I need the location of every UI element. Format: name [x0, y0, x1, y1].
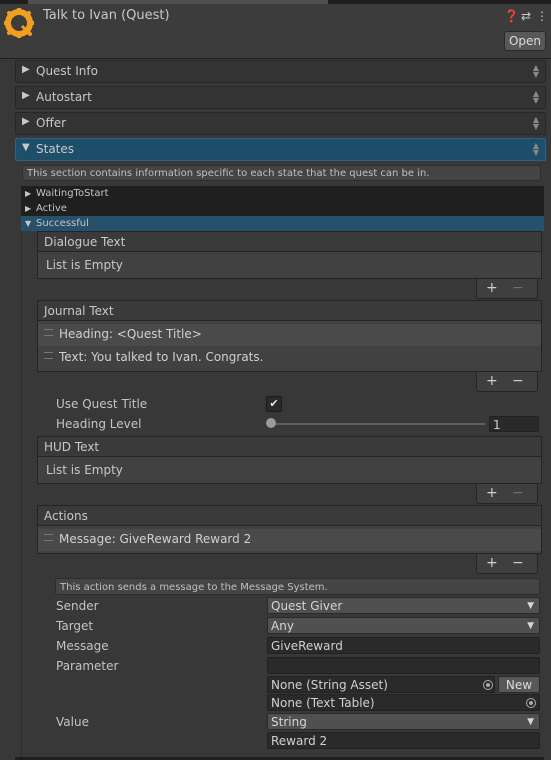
active-tab-indicator[interactable]	[28, 0, 328, 4]
new-string-asset-button[interactable]: New	[498, 676, 540, 693]
value-type-dropdown[interactable]: String ▼	[267, 713, 540, 730]
list-empty-label: List is Empty	[46, 258, 123, 272]
drag-handle-icon[interactable]	[44, 534, 53, 541]
presets-icon[interactable]: ⇄	[519, 9, 533, 23]
parameter-label: Parameter	[56, 659, 119, 673]
more-icon[interactable]: ⋮	[535, 9, 549, 23]
heading-level-label: Heading Level	[56, 417, 142, 431]
list-item[interactable]: Message: GiveReward Reward 2	[38, 529, 541, 551]
text-table-field[interactable]: None (Text Table)	[267, 694, 540, 711]
foldout-offer[interactable]: ▶ Offer ▲ ▼	[15, 112, 546, 135]
drag-handle-icon[interactable]	[44, 352, 53, 359]
reorder-icon: ▲ ▼	[532, 89, 539, 105]
value-field[interactable]: Reward 2	[267, 732, 540, 749]
state-waiting-to-start[interactable]: ▶ WaitingToStart	[21, 186, 544, 201]
open-button[interactable]: Open	[504, 31, 546, 51]
sender-dropdown[interactable]: Quest Giver ▼	[267, 597, 540, 614]
dropdown-arrow-icon: ▼	[527, 621, 534, 631]
foldout-quest-info[interactable]: ▶ Quest Info ▲ ▼	[15, 60, 546, 83]
use-quest-title-checkbox[interactable]: ✔	[266, 396, 282, 412]
parameter-field[interactable]	[267, 657, 540, 674]
list-item[interactable]: Text: You talked to Ivan. Congrats.	[38, 347, 541, 369]
reorder-icon: ▲ ▼	[532, 141, 539, 157]
heading-level-slider[interactable]	[270, 423, 485, 425]
hud-text-list: List is Empty	[37, 456, 542, 484]
remove-button[interactable]: −	[512, 280, 524, 296]
state-active[interactable]: ▶ Active	[21, 201, 544, 216]
string-asset-field[interactable]: None (String Asset)	[267, 676, 495, 693]
list-empty-label: List is Empty	[46, 463, 123, 477]
foldout-autostart[interactable]: ▶ Autostart ▲ ▼	[15, 86, 546, 109]
add-button[interactable]: +	[486, 485, 498, 501]
dialogue-text-header[interactable]: Dialogue Text	[37, 231, 542, 251]
drag-handle-icon[interactable]	[44, 329, 53, 336]
actions-list: Message: GiveReward Reward 2	[37, 525, 542, 554]
journal-text-header[interactable]: Journal Text	[37, 300, 542, 320]
states-help-box: This section contains information specif…	[22, 165, 541, 181]
object-picker-icon[interactable]	[526, 698, 536, 708]
journal-list-controls: + −	[476, 372, 538, 392]
actions-list-controls: + −	[476, 554, 538, 574]
hud-list-controls: + −	[476, 484, 538, 504]
message-field[interactable]: GiveReward	[267, 637, 540, 654]
remove-button[interactable]: −	[512, 485, 524, 501]
triangle-down-icon: ▼	[22, 142, 30, 153]
actions-header[interactable]: Actions	[37, 505, 542, 525]
quest-machine-logo-icon	[4, 8, 34, 38]
target-label: Target	[56, 619, 94, 633]
heading-level-field[interactable]: 1	[489, 416, 539, 432]
sender-label: Sender	[56, 599, 99, 613]
remove-button[interactable]: −	[512, 373, 524, 389]
triangle-right-icon: ▶	[22, 90, 30, 101]
triangle-right-icon: ▶	[25, 189, 32, 198]
state-successful[interactable]: ▼ Successful	[21, 216, 544, 231]
dialogue-text-list: List is Empty	[37, 251, 542, 279]
foldout-states[interactable]: ▼ States ▲ ▼	[15, 138, 546, 161]
dropdown-arrow-icon: ▼	[527, 717, 534, 727]
value-label: Value	[56, 715, 89, 729]
target-dropdown[interactable]: Any ▼	[267, 617, 540, 634]
inspector-title: Talk to Ivan (Quest)	[43, 8, 170, 23]
add-button[interactable]: +	[486, 555, 498, 571]
journal-text-list: Heading: <Quest Title> Text: You talked …	[37, 320, 542, 372]
message-label: Message	[56, 639, 109, 653]
list-item[interactable]: Heading: <Quest Title>	[38, 324, 541, 346]
triangle-down-icon: ▼	[25, 219, 32, 228]
reorder-icon: ▲ ▼	[532, 115, 539, 131]
hud-text-header[interactable]: HUD Text	[37, 436, 542, 456]
object-picker-icon[interactable]	[483, 680, 493, 690]
add-button[interactable]: +	[486, 373, 498, 389]
reorder-icon: ▲ ▼	[532, 63, 539, 79]
action-help-box: This action sends a message to the Messa…	[55, 578, 540, 595]
use-quest-title-label: Use Quest Title	[56, 397, 148, 411]
dialogue-list-controls: + −	[476, 279, 538, 299]
add-button[interactable]: +	[486, 280, 498, 296]
triangle-right-icon: ▶	[25, 204, 32, 213]
triangle-right-icon: ▶	[22, 116, 30, 127]
help-icon[interactable]: ❓	[504, 9, 519, 23]
dropdown-arrow-icon: ▼	[527, 601, 534, 611]
triangle-right-icon: ▶	[22, 64, 30, 75]
slider-thumb[interactable]	[266, 418, 276, 428]
remove-button[interactable]: −	[512, 555, 524, 571]
